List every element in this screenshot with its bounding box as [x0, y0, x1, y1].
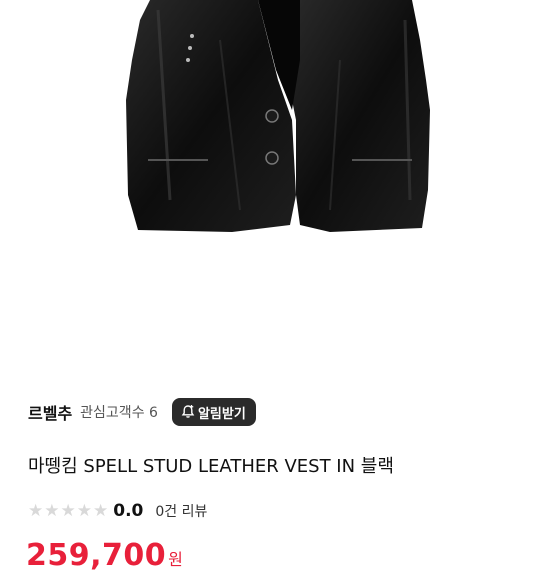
alarm-button-label: 알림받기: [197, 406, 246, 422]
rating-stars: ★ ★ ★ ★ ★: [28, 500, 109, 521]
price-unit: 원: [168, 550, 184, 569]
review-count[interactable]: 0건 리뷰: [155, 501, 207, 521]
follower-count: 관심고객수 6: [80, 405, 158, 421]
rating-value: 0.0: [113, 501, 144, 521]
product-title: 마뗑킴 SPELL STUD LEATHER VEST IN 블랙: [28, 456, 394, 477]
bell-plus-icon: [181, 405, 195, 418]
store-row: 르벨추 관심고객수 6 알림받기: [28, 398, 256, 426]
rating-row[interactable]: ★ ★ ★ ★ ★ 0.0 0건 리뷰: [28, 498, 207, 524]
star-icon: ★: [93, 500, 109, 521]
alarm-button[interactable]: 알림받기: [171, 398, 256, 426]
store-name[interactable]: 르벨추: [28, 400, 72, 424]
star-icon: ★: [60, 500, 76, 521]
black-leather-vest-image: [126, 0, 430, 232]
star-icon: ★: [44, 500, 60, 521]
price-value: 259,700: [26, 538, 167, 573]
star-icon: ★: [28, 500, 44, 521]
product-image[interactable]: [0, 0, 555, 300]
price: 259,700 원: [26, 538, 183, 573]
star-icon: ★: [76, 500, 92, 521]
